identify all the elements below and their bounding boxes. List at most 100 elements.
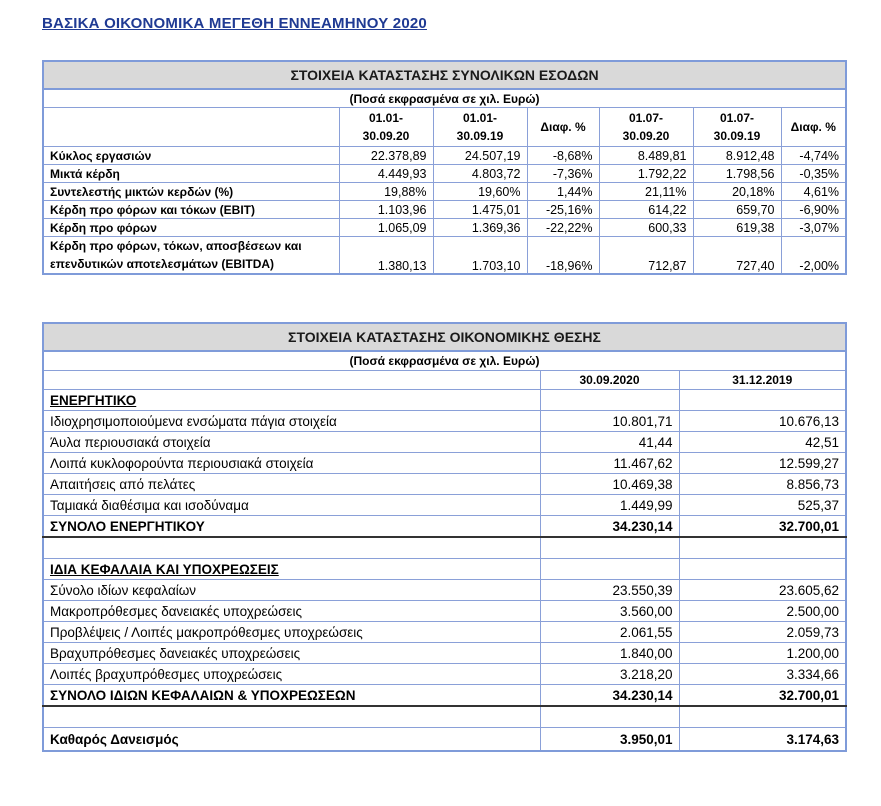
balance-header-date-2: 31.12.2019 (678, 370, 847, 390)
income-cell: 4.449,93 (338, 164, 434, 183)
income-cell: 1,44% (526, 182, 600, 201)
income-header-row: 01.01- 30.09.20 01.01- 30.09.19 Διαφ. % 01… (42, 107, 847, 147)
balance-cell-2020: 1.840,00 (539, 642, 680, 664)
assets-heading-row: ΕΝΕΡΓΗΤΙΚΟ (42, 389, 847, 411)
balance-header-date-1: 30.09.2020 (539, 370, 680, 390)
balance-cell-2020: 23.550,39 (539, 579, 680, 601)
balance-cell-2019: 23.605,62 (678, 579, 847, 601)
spacer-row (42, 536, 847, 559)
ebitda-label-line-1: Κέρδη προ φόρων, τόκων, αποσβέσεων και (50, 239, 302, 253)
balance-row-label: Μακροπρόθεσμες δανειακές υποχρεώσεις (42, 600, 541, 622)
income-cell: 1.475,01 (432, 200, 528, 219)
spacer-row (42, 705, 847, 728)
ebitda-label-line-2: επενδυτικών αποτελεσμάτων (EBITDA) (50, 257, 275, 271)
balance-row-label: Άυλα περιουσιακά στοιχεία (42, 431, 541, 453)
balance-header-row: 30.09.2020 31.12.2019 (42, 370, 847, 390)
income-cell: 727,40 (692, 236, 782, 275)
asset-row: Ταμιακά διαθέσιμα και ισοδύναμα 1.449,99 5… (42, 494, 847, 516)
income-cell: -4,74% (780, 146, 847, 165)
balance-cell-2019 (678, 536, 847, 559)
balance-cell-2020: 2.061,55 (539, 621, 680, 643)
balance-cell-2019 (678, 558, 847, 580)
balance-row-label: ΣΥΝΟΛΟ ΙΔΙΩΝ ΚΕΦΑΛΑΙΩΝ & ΥΠΟΧΡΕΩΣΕΩΝ (42, 684, 541, 707)
income-cell: 614,22 (598, 200, 694, 219)
income-row-ebitda: Κέρδη προ φόρων, τόκων, αποσβέσεων και επ… (42, 236, 847, 275)
balance-cell-2019 (678, 705, 847, 728)
balance-header-blank (42, 370, 541, 390)
income-cell: 8.489,81 (598, 146, 694, 165)
income-cell: 619,38 (692, 218, 782, 237)
income-table-title: ΣΤΟΙΧΕΙΑ ΚΑΤΑΣΤΑΣΗΣ ΣΥΝΟΛΙΚΩΝ ΕΣΟΔΩΝ (41, 60, 848, 90)
income-header-blank (42, 107, 340, 147)
income-row-label: Κέρδη προ φόρων (42, 218, 340, 237)
balance-title-row: ΣΤΟΙΧΕΙΑ ΚΑΤΑΣΤΑΣΗΣ ΟΙΚΟΝΟΜΙΚΗΣ ΘΕΣΗΣ (42, 322, 847, 352)
income-cell: -22,22% (526, 218, 600, 237)
income-cell: 21,11% (598, 182, 694, 201)
liability-row: Μακροπρόθεσμες δανειακές υποχρεώσεις 3.56… (42, 600, 847, 622)
asset-row: Ιδιοχρησιμοποιούμενα ενσώματα πάγια στοι… (42, 410, 847, 432)
balance-cell-2019: 10.676,13 (678, 410, 847, 432)
balance-row-label: Λοιπά κυκλοφορούντα περιουσιακά στοιχεία (42, 452, 541, 474)
balance-cell-2019: 3.334,66 (678, 663, 847, 685)
balance-cell-2020 (539, 536, 680, 559)
income-row: Κέρδη προ φόρων 1.065,09 1.369,36 -22,22% 60… (42, 218, 847, 237)
balance-cell-2019: 8.856,73 (678, 473, 847, 495)
income-row-label: Μικτά κέρδη (42, 164, 340, 183)
balance-row-label: Ταμιακά διαθέσιμα και ισοδύναμα (42, 494, 541, 516)
balance-cell-2020: 11.467,62 (539, 452, 680, 474)
income-row: Κύκλος εργασιών 22.378,89 24.507,19 -8,68% 8… (42, 146, 847, 165)
balance-cell-2020: 10.469,38 (539, 473, 680, 495)
assets-total-row: ΣΥΝΟΛΟ ΕΝΕΡΓΗΤΙΚΟΥ 34.230,14 32.700,01 (42, 515, 847, 538)
balance-cell-2020: 41,44 (539, 431, 680, 453)
balance-row-label: ΙΔΙΑ ΚΕΦΑΛΑΙΑ ΚΑΙ ΥΠΟΧΡΕΩΣΕΙΣ (42, 558, 541, 580)
income-statement-table: ΣΤΟΙΧΕΙΑ ΚΑΤΑΣΤΑΣΗΣ ΣΥΝΟΛΙΚΩΝ ΕΣΟΔΩΝ (Πο… (41, 60, 848, 275)
balance-cell-2019: 2.500,00 (678, 600, 847, 622)
income-row: Κέρδη προ φόρων και τόκων (EBIT) 1.103,96… (42, 200, 847, 219)
balance-cell-2019: 525,37 (678, 494, 847, 516)
income-cell: -8,68% (526, 146, 600, 165)
income-cell: 1.380,13 (338, 236, 434, 275)
income-cell: 1.792,22 (598, 164, 694, 183)
income-subtitle-row: (Ποσά εκφρασμένα σε χιλ. Ευρώ) (42, 88, 847, 108)
income-header-cell: 01.01- 30.09.20 (338, 107, 434, 147)
balance-cell-2020: 3.950,01 (539, 727, 680, 752)
income-cell: 24.507,19 (432, 146, 528, 165)
balance-table-subtitle: (Ποσά εκφρασμένα σε χιλ. Ευρώ) (42, 350, 847, 371)
balance-subtitle-row: (Ποσά εκφρασμένα σε χιλ. Ευρώ) (42, 350, 847, 371)
balance-row-label: Βραχυπρόθεσμες δανειακές υποχρεώσεις (42, 642, 541, 664)
balance-cell-2020: 3.560,00 (539, 600, 680, 622)
liability-row: Σύνολο ιδίων κεφαλαίων 23.550,39 23.605,62 (42, 579, 847, 601)
income-header-cell: 01.07- 30.09.20 (598, 107, 694, 147)
income-cell: 600,33 (598, 218, 694, 237)
income-cell: 20,18% (692, 182, 782, 201)
income-cell: 8.912,48 (692, 146, 782, 165)
balance-cell-2019: 1.200,00 (678, 642, 847, 664)
balance-row-label: ΣΥΝΟΛΟ ΕΝΕΡΓΗΤΙΚΟΥ (42, 515, 541, 538)
income-header-cell: 01.01- 30.09.19 (432, 107, 528, 147)
balance-row-label: Απαιτήσεις από πελάτες (42, 473, 541, 495)
balance-cell-2020 (539, 389, 680, 411)
page-title: ΒΑΣΙΚΑ ΟΙΚΟΝΟΜΙΚΑ ΜΕΓΕΘΗ ΕΝΝΕΑΜΗΝΟΥ 2020 (42, 15, 427, 32)
income-header-cell: Διαφ. % (526, 107, 600, 147)
income-cell: -6,90% (780, 200, 847, 219)
income-cell: 19,88% (338, 182, 434, 201)
income-row-label: Κέρδη προ φόρων, τόκων, αποσβέσεων και επ… (42, 236, 340, 275)
balance-row-label: Προβλέψεις / Λοιπές μακροπρόθεσμες υποχρ… (42, 621, 541, 643)
income-cell: 22.378,89 (338, 146, 434, 165)
balance-cell-2019: 3.174,63 (678, 727, 847, 752)
income-cell: 4.803,72 (432, 164, 528, 183)
balance-row-label: Σύνολο ιδίων κεφαλαίων (42, 579, 541, 601)
income-cell: 1.103,96 (338, 200, 434, 219)
balance-cell-2019: 32.700,01 (678, 515, 847, 538)
balance-cell-2019 (678, 389, 847, 411)
balance-row-label (42, 536, 541, 559)
balance-row-label: Ιδιοχρησιμοποιούμενα ενσώματα πάγια στοι… (42, 410, 541, 432)
income-cell: -18,96% (526, 236, 600, 275)
income-cell: -25,16% (526, 200, 600, 219)
balance-cell-2020: 34.230,14 (539, 515, 680, 538)
balance-cell-2020: 10.801,71 (539, 410, 680, 432)
income-header-cell: Διαφ. % (780, 107, 847, 147)
balance-cell-2019: 12.599,27 (678, 452, 847, 474)
balance-row-label: Καθαρός Δανεισμός (42, 727, 541, 752)
balance-cell-2020 (539, 705, 680, 728)
